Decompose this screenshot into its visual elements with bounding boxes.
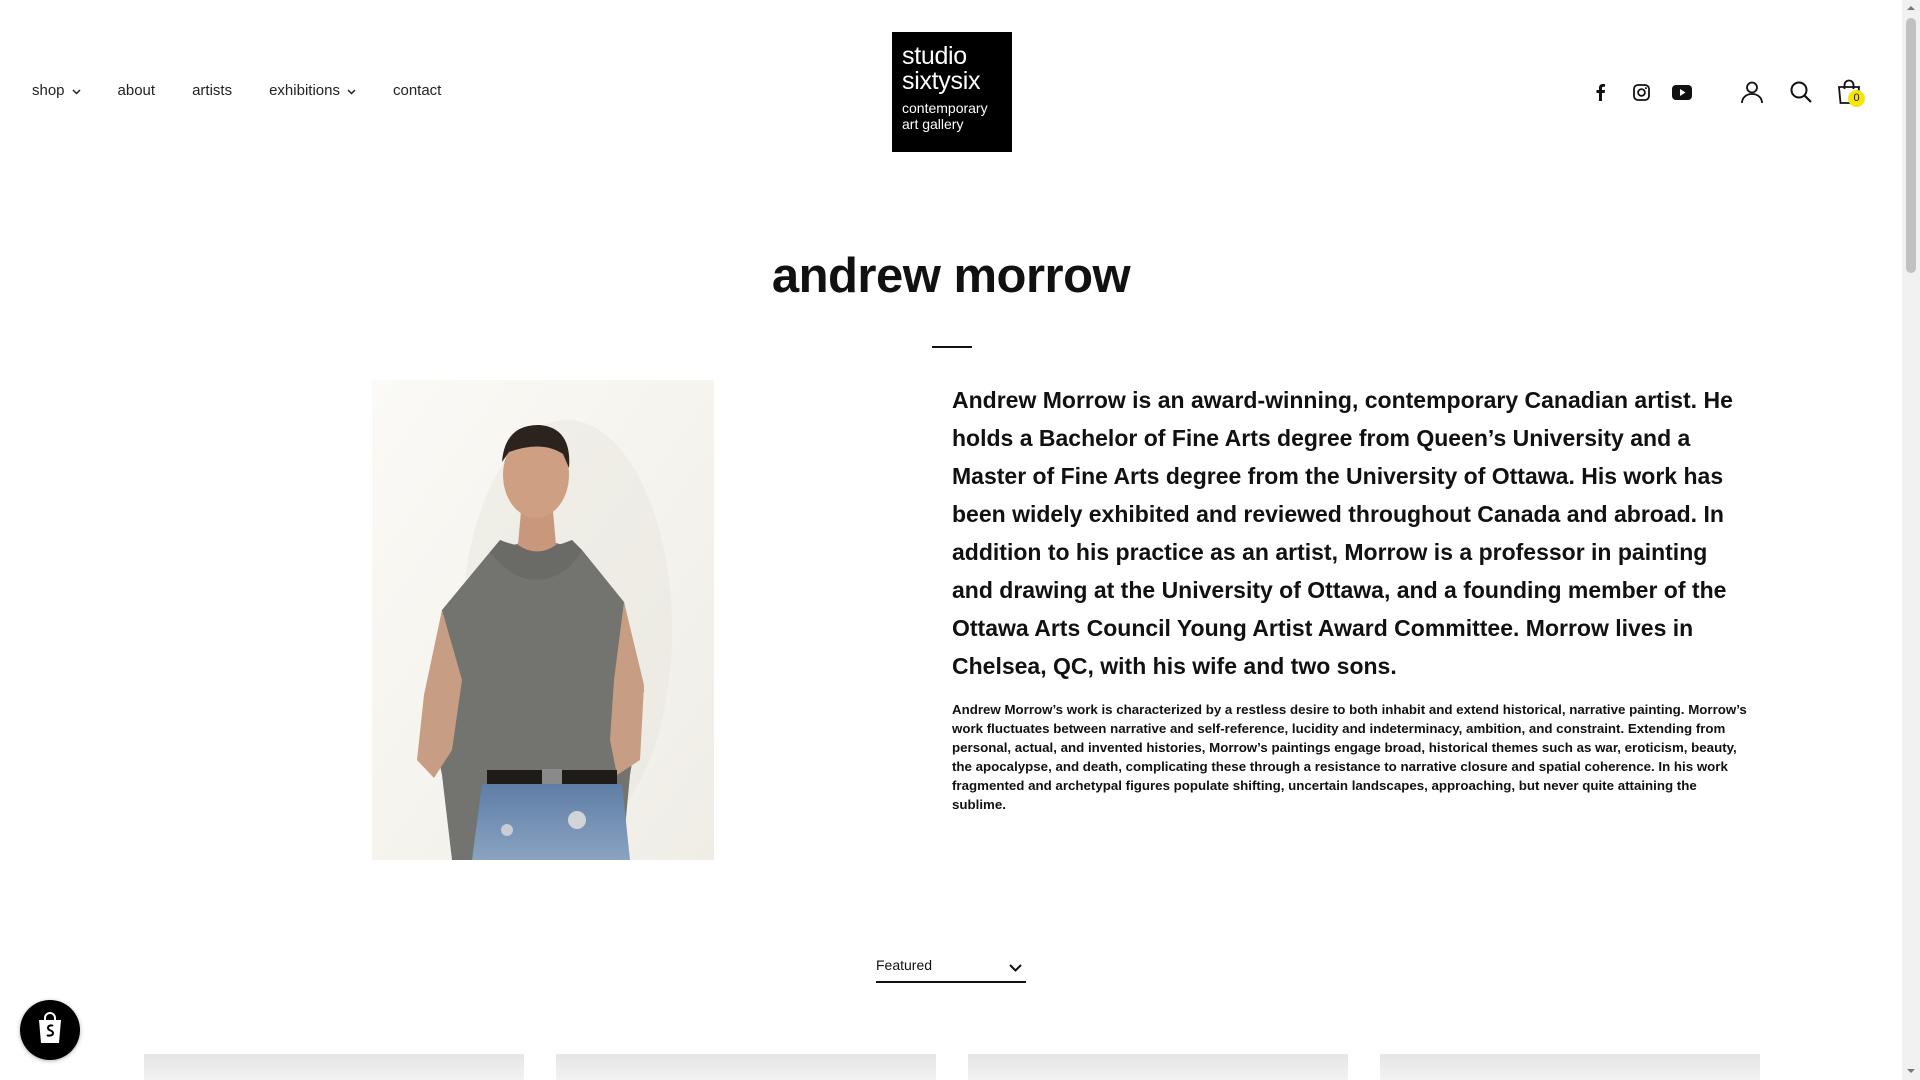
sort-selected-value: Featured bbox=[876, 957, 933, 973]
logo-line: art gallery bbox=[902, 116, 964, 132]
scroll-down-icon[interactable] bbox=[1906, 1066, 1916, 1076]
nav-item-about[interactable]: about bbox=[118, 82, 156, 99]
nav-label: artists bbox=[192, 82, 233, 99]
artist-bio-body: Andrew Morrow’s work is characterized by… bbox=[952, 702, 1747, 812]
sort-select[interactable]: Featured bbox=[876, 951, 1026, 983]
product-card[interactable] bbox=[144, 1054, 524, 1080]
chevron-down-icon bbox=[72, 82, 81, 99]
page-title: andrew morrow bbox=[771, 249, 1131, 303]
nav-item-exhibitions[interactable]: exhibitions bbox=[269, 82, 356, 99]
nav-item-artists[interactable]: artists bbox=[192, 82, 232, 99]
main-nav: shop about artists exhibitions contact bbox=[32, 82, 478, 99]
nav-item-shop[interactable]: shop bbox=[32, 82, 81, 99]
search-icon[interactable] bbox=[1786, 77, 1816, 107]
scrollbar-thumb[interactable] bbox=[1906, 18, 1916, 273]
instagram-icon[interactable] bbox=[1629, 80, 1653, 104]
product-card[interactable] bbox=[556, 1054, 936, 1080]
chevron-down-icon bbox=[347, 82, 356, 99]
artist-portrait bbox=[372, 380, 714, 860]
product-card[interactable] bbox=[968, 1054, 1348, 1080]
site-header: shop about artists exhibitions contact s… bbox=[0, 0, 1902, 160]
shopify-bag-icon bbox=[35, 1011, 65, 1050]
logo-line: contemporary bbox=[902, 100, 988, 116]
nav-label: shop bbox=[32, 82, 65, 99]
cart-count-badge: 0 bbox=[1848, 90, 1865, 107]
nav-item-contact[interactable]: contact bbox=[393, 82, 441, 99]
page-scrollbar[interactable] bbox=[1902, 0, 1920, 1080]
site-logo[interactable]: studio sixtysix contemporary art gallery bbox=[892, 32, 1012, 152]
artist-bio-lead: Andrew Morrow is an award-winning, conte… bbox=[952, 387, 1733, 679]
chevron-down-icon bbox=[1009, 959, 1022, 977]
youtube-icon[interactable] bbox=[1670, 80, 1694, 104]
scroll-up-icon[interactable] bbox=[1906, 3, 1916, 13]
title-divider bbox=[932, 346, 972, 348]
shopify-badge[interactable] bbox=[20, 1000, 80, 1060]
logo-line: sixtysix bbox=[902, 67, 981, 95]
nav-label: exhibitions bbox=[269, 82, 340, 99]
nav-label: about bbox=[117, 82, 156, 99]
nav-label: contact bbox=[392, 82, 442, 99]
facebook-icon[interactable] bbox=[1588, 80, 1612, 104]
product-card[interactable] bbox=[1380, 1054, 1760, 1080]
logo-line: studio bbox=[902, 42, 967, 70]
account-icon[interactable] bbox=[1737, 77, 1767, 107]
